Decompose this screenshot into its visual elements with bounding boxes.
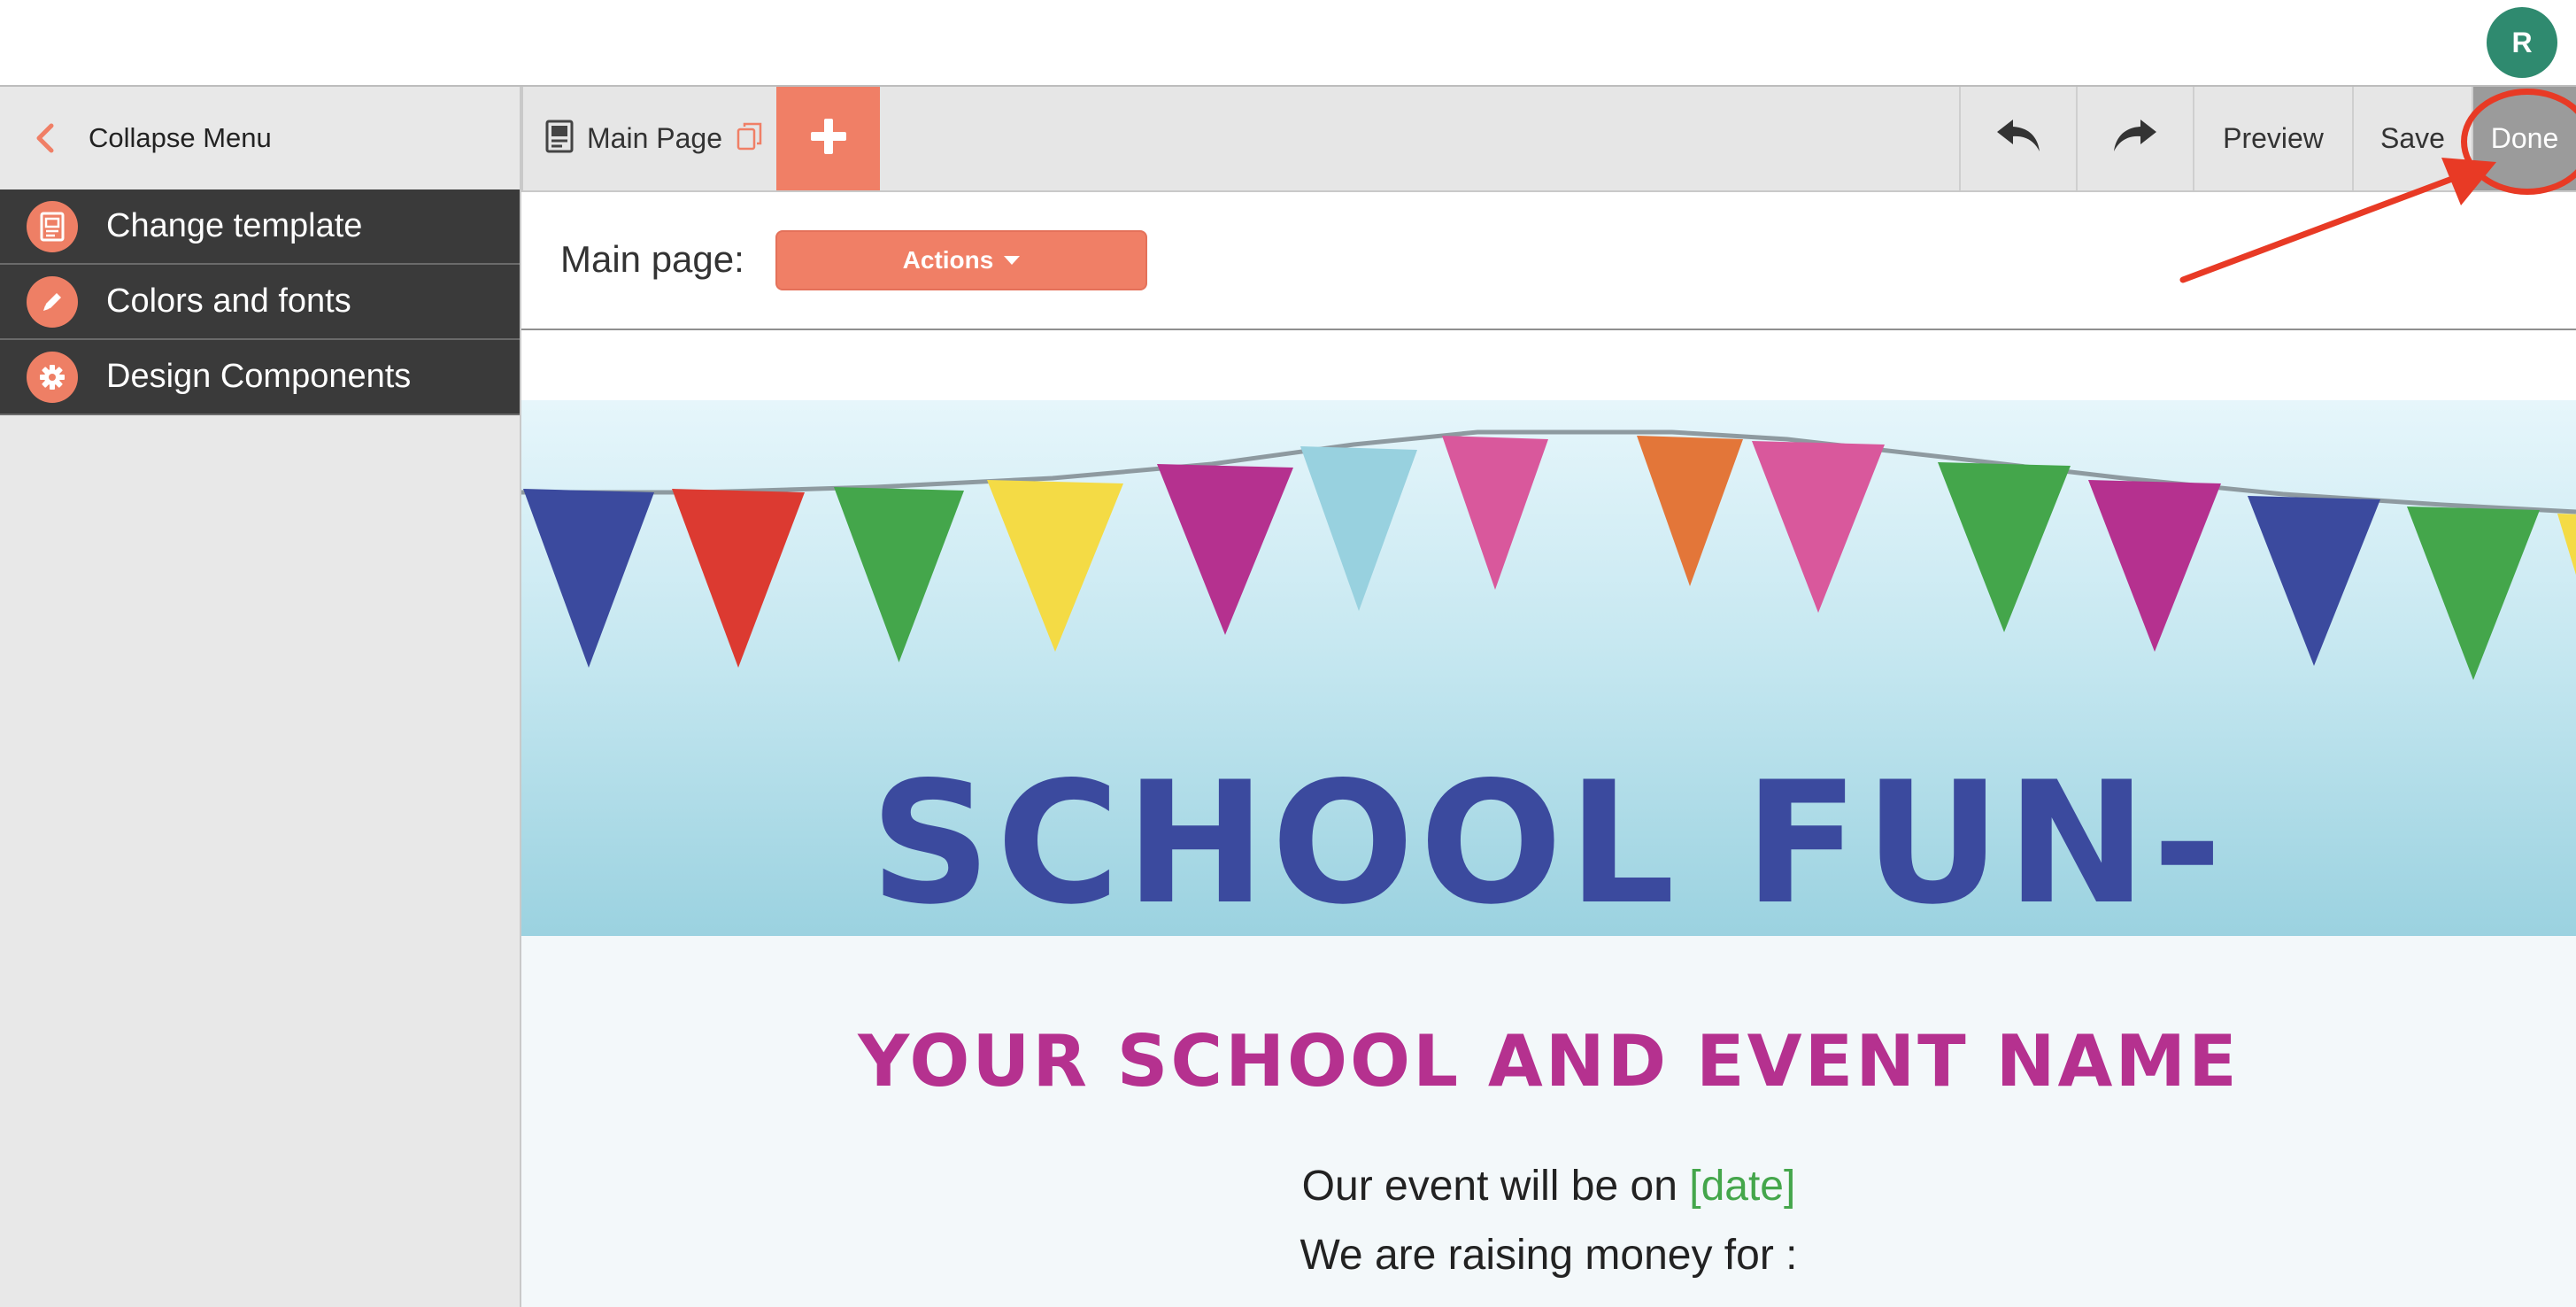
bunting-flag bbox=[2557, 514, 2576, 576]
bunting-image bbox=[521, 429, 2576, 680]
sidebar-item-label: Colors and fonts bbox=[106, 282, 351, 320]
caret-down-icon bbox=[1004, 256, 1021, 265]
sidebar-item-design-components[interactable]: Design Components bbox=[0, 340, 520, 415]
collapse-menu-button[interactable]: Collapse Menu bbox=[0, 87, 520, 189]
add-page-button[interactable] bbox=[776, 87, 880, 190]
undo-icon bbox=[1994, 116, 2043, 162]
sidebar: Collapse Menu Change template Colors and… bbox=[0, 87, 521, 1307]
bunting-flag bbox=[523, 489, 654, 668]
page-canvas[interactable]: SCHOOL FUN-RAISING YOUR SCHOOL AND EVENT… bbox=[521, 332, 2576, 1307]
bunting-flag bbox=[1637, 436, 1743, 586]
page-header-label: Main page: bbox=[560, 238, 744, 280]
collapse-menu-label: Collapse Menu bbox=[89, 122, 272, 153]
plus-icon bbox=[808, 116, 849, 161]
bunting-flag bbox=[2248, 496, 2380, 666]
sidebar-item-change-template[interactable]: Change template bbox=[0, 189, 520, 265]
bunting-flag bbox=[1157, 464, 1293, 635]
sidebar-menu: Change template Colors and fonts Design … bbox=[0, 189, 520, 415]
event-date-line: Our event will be on [date] bbox=[521, 1162, 2576, 1210]
page-icon bbox=[544, 119, 575, 159]
bunting-flag bbox=[1752, 441, 1885, 613]
hero-banner[interactable]: SCHOOL FUN-RAISING bbox=[521, 400, 2576, 936]
chevron-left-icon bbox=[35, 120, 62, 156]
bunting-flag bbox=[2088, 480, 2221, 652]
bunting-flag bbox=[2407, 507, 2540, 680]
annotation-arrow bbox=[2179, 158, 2496, 283]
duplicate-page-icon[interactable] bbox=[737, 121, 763, 156]
sidebar-item-label: Design Components bbox=[106, 358, 412, 395]
sidebar-item-colors-and-fonts[interactable]: Colors and fonts bbox=[0, 265, 520, 340]
bunting-flag bbox=[1300, 446, 1417, 611]
bunting-flag bbox=[987, 480, 1123, 652]
sidebar-item-label: Change template bbox=[106, 207, 363, 244]
pencil-icon bbox=[27, 275, 78, 328]
event-name-heading: YOUR SCHOOL AND EVENT NAME bbox=[858, 1020, 2240, 1102]
raising-money-line: We are raising money for : bbox=[1300, 1232, 1798, 1279]
actions-label: Actions bbox=[902, 246, 994, 274]
bunting-flag bbox=[672, 489, 805, 668]
banner-title: SCHOOL FUN-RAISING bbox=[869, 746, 2228, 936]
bunting-flag bbox=[834, 487, 964, 662]
undo-button[interactable] bbox=[1959, 87, 2076, 190]
bunting-flag bbox=[1442, 436, 1548, 590]
redo-icon bbox=[2110, 116, 2160, 162]
content-section[interactable]: YOUR SCHOOL AND EVENT NAME Our event wil… bbox=[521, 936, 2576, 1307]
gear-icon bbox=[27, 351, 78, 403]
page-tab-label: Main Page bbox=[587, 122, 722, 154]
event-date-text: Our event will be on bbox=[1301, 1163, 1690, 1210]
page-tab-main[interactable]: Main Page bbox=[521, 87, 776, 190]
actions-dropdown[interactable]: Actions bbox=[775, 230, 1147, 290]
top-bar: R bbox=[0, 0, 2576, 87]
template-icon bbox=[27, 200, 78, 252]
user-avatar[interactable]: R bbox=[2487, 7, 2557, 78]
bunting-flag bbox=[1938, 462, 2071, 632]
event-date-placeholder: [date] bbox=[1689, 1163, 1796, 1210]
